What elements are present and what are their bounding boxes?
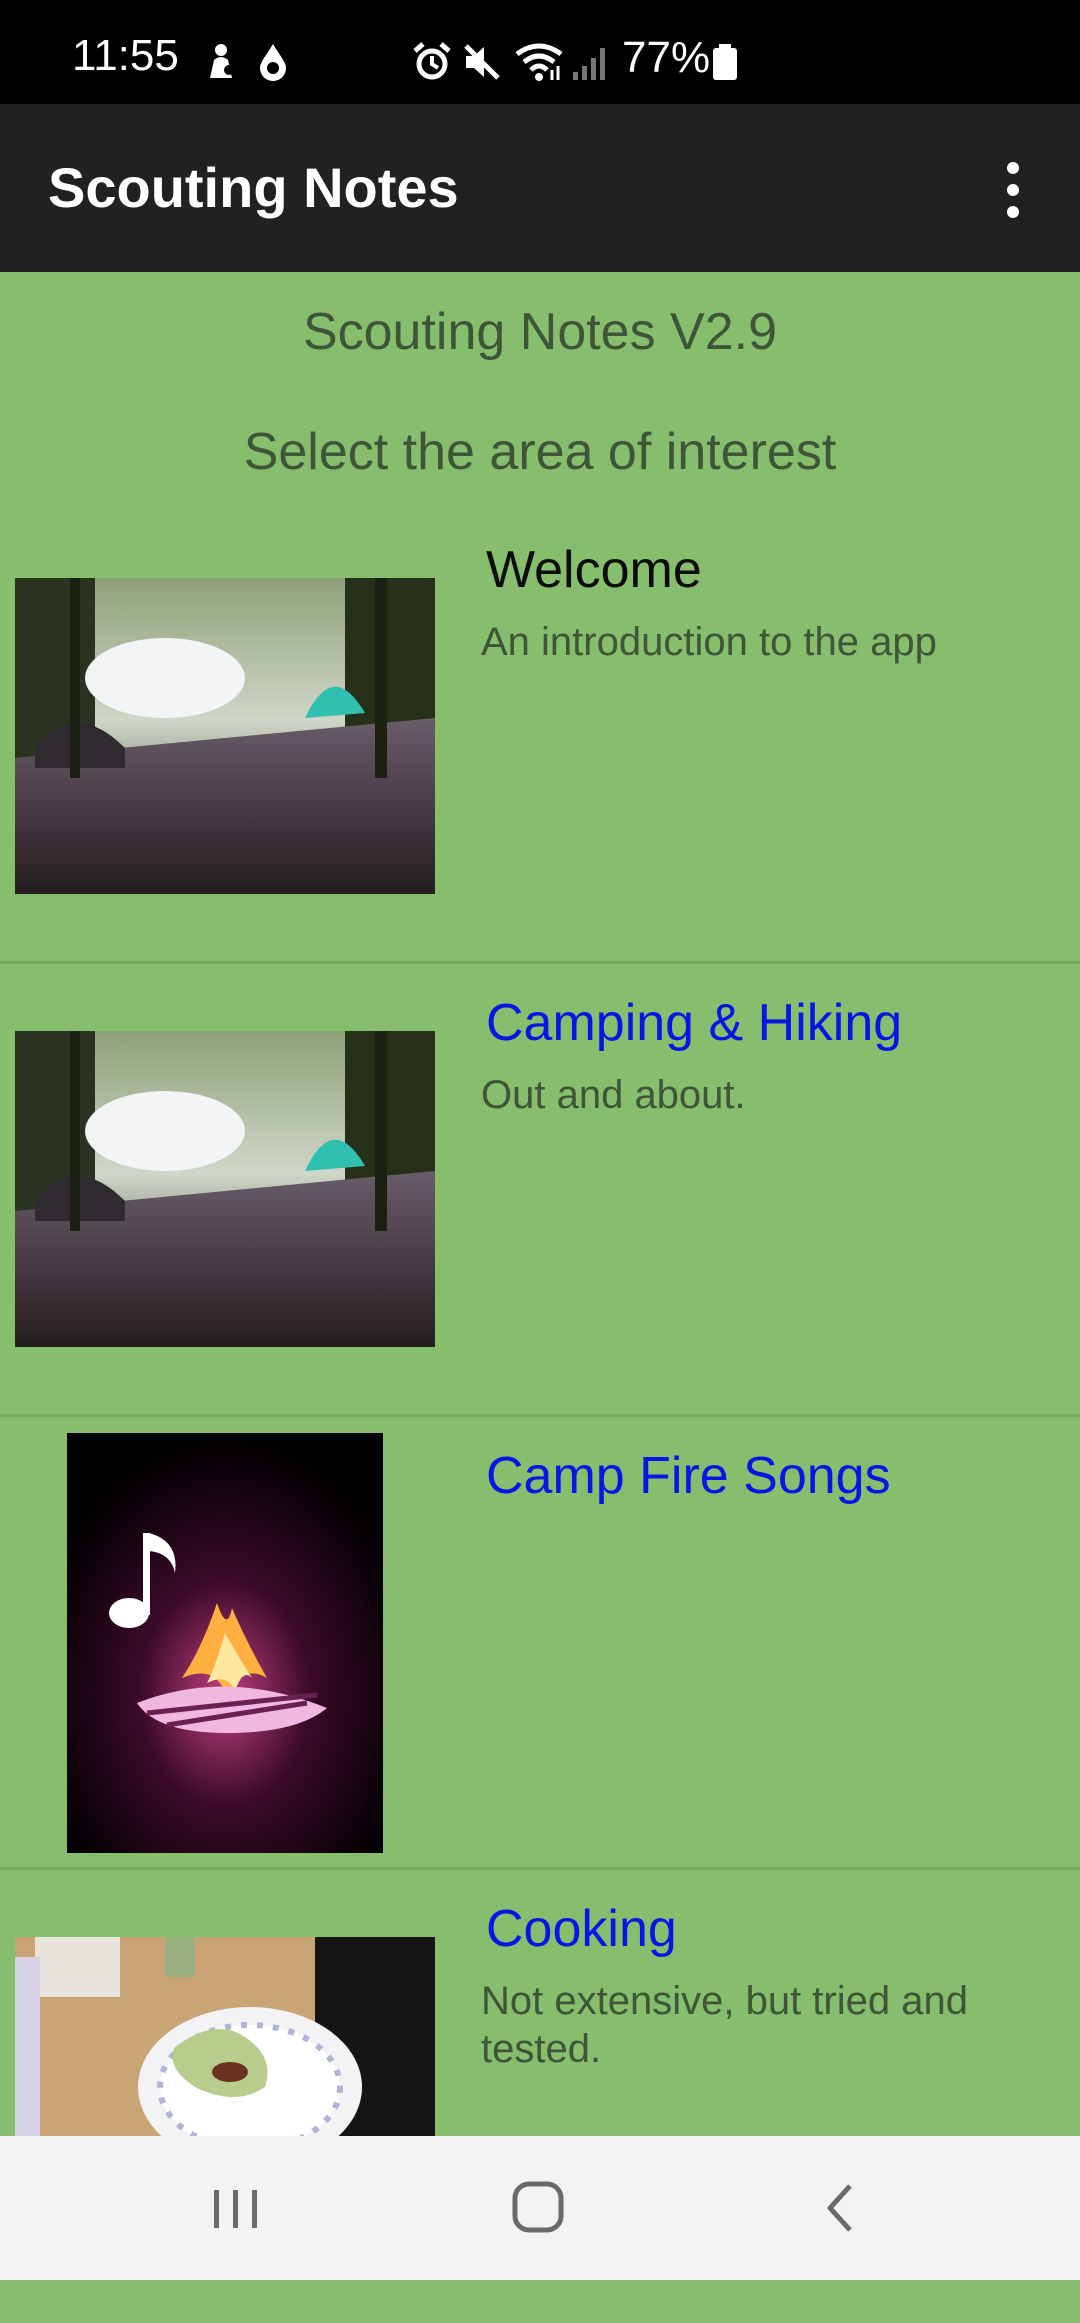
item-title[interactable]: Camping & Hiking — [486, 993, 902, 1053]
battery-percent: 77% — [622, 33, 711, 82]
divider — [0, 961, 1080, 964]
version-label: Scouting Notes V2.9 — [302, 303, 778, 361]
back-icon[interactable] — [800, 2172, 880, 2244]
wifi-icon — [515, 43, 563, 81]
app-bar: Scouting Notes — [0, 104, 1080, 272]
battery-icon — [713, 44, 737, 80]
notification-person-icon — [210, 44, 234, 78]
item-title: Welcome — [486, 541, 702, 599]
status-bar: 11:55 77% — [0, 0, 1080, 104]
list-item-camp-fire-songs[interactable]: Camp Fire Songs — [0, 1418, 1080, 1870]
app-title: Scouting Notes — [48, 156, 459, 219]
divider — [0, 1414, 1080, 1417]
signal-icon — [573, 48, 605, 80]
item-description: Not extensive, but tried and tested. — [481, 1979, 968, 2071]
campfire-music-photo — [67, 1433, 383, 1853]
campsite-photo — [15, 578, 435, 894]
divider — [0, 1867, 1080, 1870]
item-title[interactable]: Camp Fire Songs — [486, 1446, 891, 1506]
status-time: 11:55 — [72, 31, 179, 80]
campsite-photo — [15, 1031, 435, 1347]
navigation-bar — [0, 2136, 1080, 2280]
mute-icon — [464, 44, 500, 80]
drop-icon — [260, 44, 286, 81]
item-description: An introduction to the app — [481, 620, 937, 664]
list-item-camping-hiking[interactable]: Camping & Hiking Out and about. — [0, 965, 1080, 1417]
item-description: Out and about. — [481, 1073, 746, 1117]
cooking-plate-photo — [15, 1937, 435, 2136]
list-item-welcome[interactable]: Welcome An introduction to the app — [0, 512, 1080, 964]
select-area-prompt: Select the area of interest — [243, 423, 837, 481]
item-title[interactable]: Cooking — [486, 1899, 677, 1959]
overflow-menu-icon[interactable] — [990, 160, 1036, 220]
home-icon[interactable] — [498, 2172, 578, 2244]
alarm-icon — [413, 42, 451, 80]
recent-apps-icon[interactable] — [196, 2172, 276, 2244]
